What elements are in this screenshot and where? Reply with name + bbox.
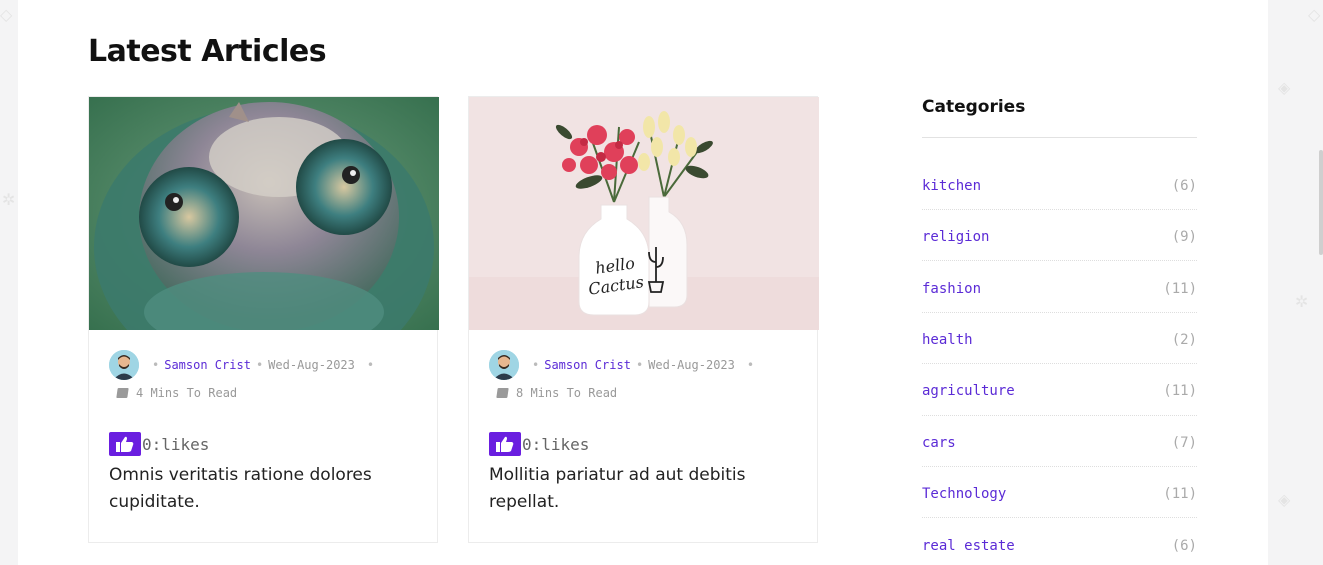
user-avatar-icon	[109, 350, 139, 380]
category-count: (7)	[1171, 434, 1197, 451]
background-decoration: ◇	[0, 5, 13, 24]
category-link[interactable]: kitchen	[922, 178, 981, 194]
user-avatar-icon	[489, 350, 519, 380]
category-item[interactable]: cars (7)	[922, 416, 1197, 467]
category-item[interactable]: health (2)	[922, 313, 1197, 365]
category-list: kitchen (6) religion (9) fashion (11) healt…	[922, 159, 1197, 565]
sidebar-title: Categories	[922, 96, 1197, 138]
book-icon	[116, 388, 129, 398]
background-decoration: ✲	[2, 190, 16, 209]
category-link[interactable]: real estate	[922, 538, 1015, 554]
book-icon	[496, 388, 509, 398]
author-link[interactable]: Samson Crist	[544, 358, 631, 372]
categories-sidebar: Categories kitchen (6) religion (9) fashio…	[922, 96, 1197, 565]
likes-row: 0:likes	[109, 432, 209, 456]
category-item[interactable]: kitchen (6)	[922, 159, 1197, 210]
article-title[interactable]: Mollitia pariatur ad aut debitis repella…	[489, 462, 789, 516]
category-count: (11)	[1163, 383, 1197, 400]
likes-count: 0:likes	[522, 434, 590, 454]
article-image-chameleon[interactable]	[89, 97, 439, 330]
background-decoration: ◈	[1278, 78, 1291, 97]
category-count: (2)	[1171, 331, 1197, 348]
category-link[interactable]: health	[922, 332, 973, 348]
category-link[interactable]: religion	[922, 229, 989, 245]
category-count: (6)	[1171, 178, 1197, 194]
category-link[interactable]: cars	[922, 435, 956, 451]
article-image-flower-vases[interactable]: hello Cactus	[469, 97, 819, 330]
category-count: (11)	[1163, 280, 1197, 297]
article-meta: • Samson Crist • Wed-Aug-2023 • 4 Mins T…	[109, 350, 419, 400]
category-item[interactable]: fashion (11)	[922, 261, 1197, 313]
author-link[interactable]: Samson Crist	[164, 358, 251, 372]
likes-count: 0:likes	[142, 434, 210, 454]
thumbs-up-icon[interactable]	[489, 432, 521, 456]
category-count: (11)	[1163, 486, 1197, 503]
category-count: (9)	[1171, 229, 1197, 246]
main-content: Latest Articles • Samson Crist • Wed-Aug…	[18, 0, 1268, 565]
background-decoration: ◈	[1278, 490, 1291, 509]
category-link[interactable]: Technology	[922, 486, 1006, 502]
read-time: 8 Mins To Read	[516, 386, 618, 400]
article-card[interactable]: • Samson Crist • Wed-Aug-2023 • 4 Mins T…	[88, 96, 439, 543]
thumbs-up-icon[interactable]	[109, 432, 141, 456]
article-meta: • Samson Crist • Wed-Aug-2023 • 8 Mins T…	[489, 350, 799, 400]
category-item[interactable]: real estate (6)	[922, 518, 1197, 565]
background-decoration: ◇	[1308, 5, 1321, 24]
category-link[interactable]: fashion	[922, 281, 981, 297]
category-link[interactable]: agriculture	[922, 383, 1015, 399]
read-time: 4 Mins To Read	[136, 386, 238, 400]
article-card[interactable]: hello Cactus • Samson Crist • Wed-Aug-20…	[468, 96, 819, 543]
section-title: Latest Articles	[88, 34, 327, 69]
article-title[interactable]: Omnis veritatis ratione dolores cupidita…	[109, 462, 409, 516]
category-item[interactable]: religion (9)	[922, 210, 1197, 262]
category-count: (6)	[1171, 537, 1197, 554]
article-date: Wed-Aug-2023	[648, 358, 735, 372]
article-date: Wed-Aug-2023	[268, 358, 355, 372]
category-item[interactable]: agriculture (11)	[922, 364, 1197, 416]
scrollbar-thumb[interactable]	[1319, 150, 1323, 255]
category-item[interactable]: Technology (11)	[922, 467, 1197, 519]
background-decoration: ✲	[1295, 292, 1309, 311]
likes-row: 0:likes	[489, 432, 589, 456]
